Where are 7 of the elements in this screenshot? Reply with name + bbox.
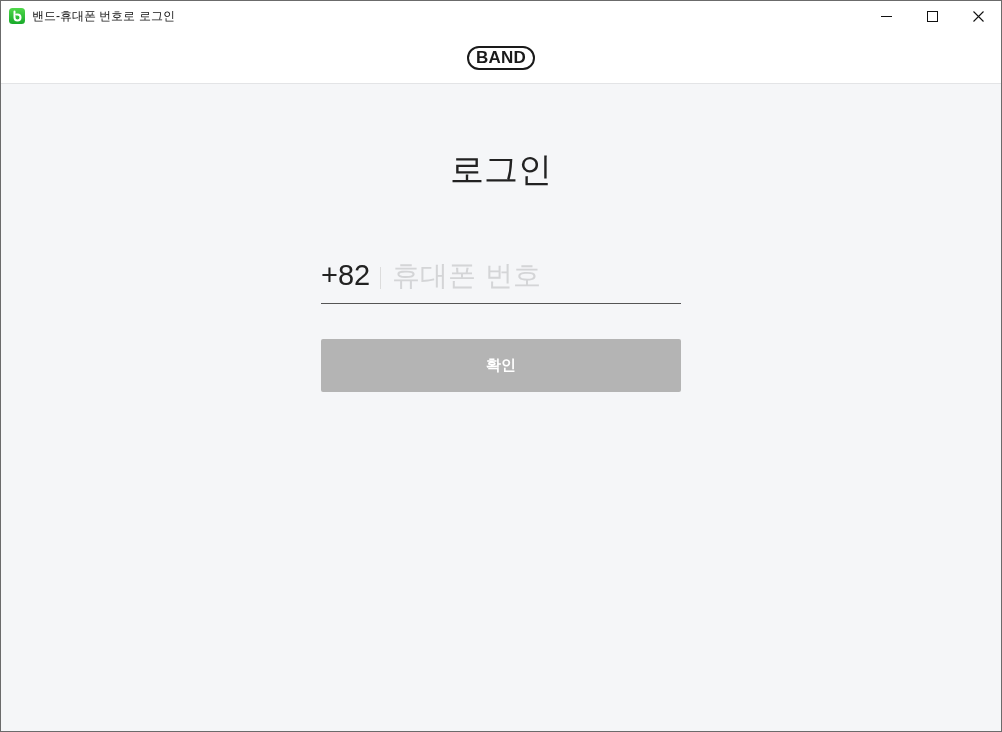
country-code: +82 — [321, 259, 371, 292]
band-logo: BAND — [467, 46, 535, 70]
app-icon — [9, 8, 25, 24]
maximize-icon — [926, 10, 938, 22]
window-title: 밴드-휴대폰 번호로 로그인 — [32, 7, 175, 25]
close-icon — [972, 10, 984, 22]
login-heading: 로그인 — [450, 148, 552, 191]
